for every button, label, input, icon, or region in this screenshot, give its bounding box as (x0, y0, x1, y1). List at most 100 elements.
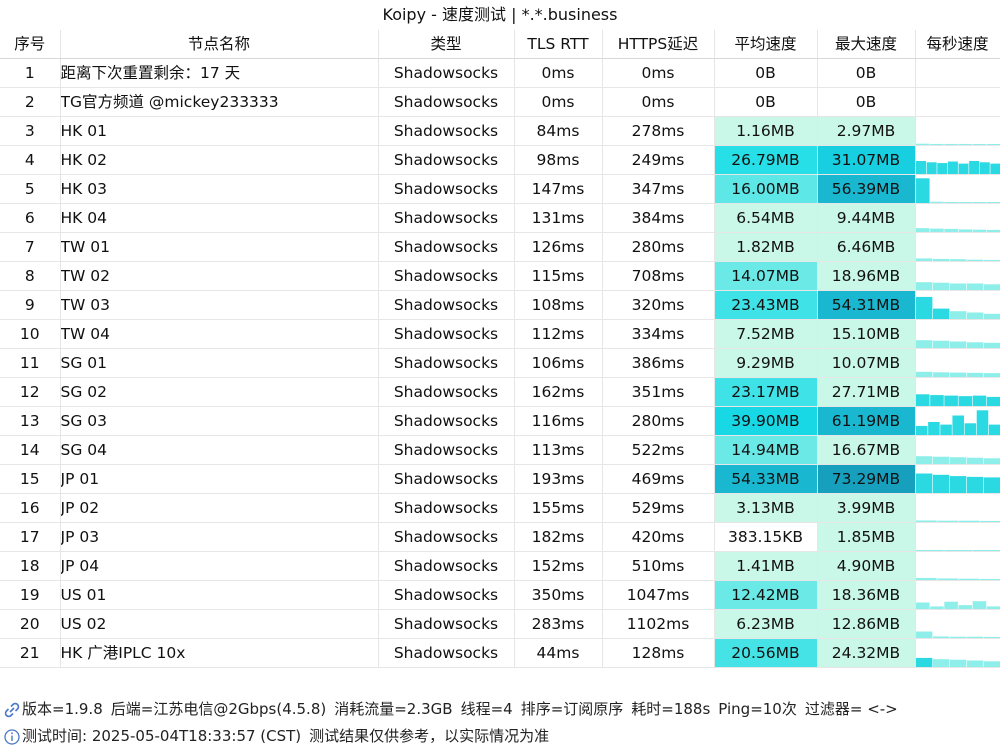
table-row[interactable]: 9 TW 03 Shadowsocks 108ms 320ms 23.43MB 54.31M… (0, 290, 1000, 321)
table-row[interactable]: 6 HK 04 Shadowsocks 131ms 384ms 6.54MB 9.44MB (0, 203, 1000, 234)
table-row[interactable]: 7 TW 01 Shadowsocks 126ms 280ms 1.82MB 6.46MB (0, 232, 1000, 263)
header-type[interactable]: 类型 (378, 30, 515, 60)
node-name-cell: HK 01 (60, 116, 379, 147)
speed-sparkline (915, 228, 999, 232)
table-row[interactable]: 1 距离下次重置剩余：17 天 Shadowsocks 0ms 0ms 0B 0B (0, 58, 1000, 89)
table-row[interactable]: 18 JP 04 Shadowsocks 152ms 510ms 1.41MB 4.90MB (0, 551, 1000, 582)
node-name-cell: HK 03 (60, 174, 379, 205)
speed-sparkline (915, 282, 999, 290)
speed-bar (968, 161, 979, 174)
max-speed-cell: 24.32MB (817, 638, 916, 669)
node-type-cell: Shadowsocks (378, 174, 515, 205)
row-index-cell: 13 (0, 406, 61, 437)
max-speed-cell: 9.44MB (817, 203, 916, 234)
header-average-speed[interactable]: 平均速度 (714, 30, 818, 60)
speed-bar (983, 661, 999, 667)
speed-bar (932, 636, 949, 638)
speed-bar (915, 161, 926, 174)
row-index-cell: 14 (0, 435, 61, 466)
speed-bar (949, 311, 966, 319)
https-latency-cell: 347ms (602, 174, 715, 205)
speed-bar (915, 340, 932, 348)
row-index-cell: 10 (0, 319, 61, 350)
row-index-cell: 20 (0, 609, 61, 640)
per-second-speed-chart (915, 348, 1000, 379)
table-row[interactable]: 13 SG 03 Shadowsocks 116ms 280ms 39.90MB 61.19… (0, 406, 1000, 437)
speed-bar (947, 161, 958, 174)
speed-bar (958, 202, 972, 203)
table-row[interactable]: 11 SG 01 Shadowsocks 106ms 386ms 9.29MB 10.07M… (0, 348, 1000, 379)
https-latency-cell: 420ms (602, 522, 715, 553)
table-row[interactable]: 15 JP 01 Shadowsocks 193ms 469ms 54.33MB 73.29… (0, 464, 1000, 495)
tls-rtt-cell: 115ms (514, 261, 603, 292)
table-row[interactable]: 17 JP 03 Shadowsocks 182ms 420ms 383.15KB 1.85… (0, 522, 1000, 553)
table-row[interactable]: 10 TW 04 Shadowsocks 112ms 334ms 7.52MB 15.10M… (0, 319, 1000, 350)
node-type-cell: Shadowsocks (378, 464, 515, 495)
per-second-speed-chart (915, 87, 1000, 118)
speed-bar (915, 297, 932, 319)
max-speed-cell: 61.19MB (817, 406, 916, 437)
header-node-name[interactable]: 节点名称 (60, 30, 379, 60)
max-speed-cell: 10.07MB (817, 348, 916, 379)
speed-bar (936, 520, 958, 522)
speed-bar (983, 637, 999, 638)
speed-bar (958, 229, 972, 232)
per-second-speed-chart (915, 290, 1000, 321)
node-name-cell: TW 01 (60, 232, 379, 263)
speed-bar (966, 636, 983, 638)
node-name-cell: 距离下次重置剩余：17 天 (60, 58, 379, 89)
speed-bar (932, 341, 949, 348)
max-speed-cell: 6.46MB (817, 232, 916, 263)
table-row[interactable]: 14 SG 04 Shadowsocks 113ms 522ms 14.94MB 16.67… (0, 435, 1000, 466)
table-row[interactable]: 2 TG官方频道 @mickey233333 Shadowsocks 0ms 0ms 0B… (0, 87, 1000, 118)
node-type-cell: Shadowsocks (378, 116, 515, 147)
speed-test-table: 序号 节点名称 类型 TLS RTT HTTPS延迟 平均速度 最大速度 每秒速… (0, 30, 1000, 669)
speed-bar (958, 578, 979, 580)
header-index[interactable]: 序号 (0, 30, 61, 60)
speed-bar (986, 230, 999, 232)
https-latency-cell: 128ms (602, 638, 715, 669)
per-second-speed-chart (915, 377, 1000, 408)
average-speed-cell: 1.16MB (714, 116, 818, 147)
tls-rtt-cell: 112ms (514, 319, 603, 350)
speed-bar (927, 422, 940, 435)
table-row[interactable]: 20 US 02 Shadowsocks 283ms 1102ms 6.23MB 12.86… (0, 609, 1000, 640)
node-name-cell: HK 04 (60, 203, 379, 234)
speed-bar (983, 284, 999, 290)
speed-bar (939, 424, 952, 435)
table-row[interactable]: 21 HK 广港IPLC 10x Shadowsocks 44ms 128ms 20.56… (0, 638, 1000, 669)
node-name-cell: US 02 (60, 609, 379, 640)
header-tls-rtt[interactable]: TLS RTT (514, 30, 603, 60)
node-type-cell: Shadowsocks (378, 435, 515, 466)
speed-bar (929, 395, 944, 406)
tls-rtt-cell: 84ms (514, 116, 603, 147)
table-row[interactable]: 8 TW 02 Shadowsocks 115ms 708ms 14.07MB 18.96M… (0, 261, 1000, 292)
speed-bar (983, 260, 999, 261)
average-speed-cell: 0B (714, 87, 818, 118)
table-row[interactable]: 5 HK 03 Shadowsocks 147ms 347ms 16.00MB 56.39M… (0, 174, 1000, 205)
header-per-second-speed[interactable]: 每秒速度 (915, 30, 1000, 60)
https-latency-cell: 708ms (602, 261, 715, 292)
table-row[interactable]: 16 JP 02 Shadowsocks 155ms 529ms 3.13MB 3.99MB (0, 493, 1000, 524)
speed-bar (966, 283, 983, 290)
speed-sparkline (915, 601, 999, 609)
table-row[interactable]: 12 SG 02 Shadowsocks 162ms 351ms 23.17MB 27.71… (0, 377, 1000, 408)
speed-bar (958, 144, 972, 145)
table-row[interactable]: 3 HK 01 Shadowsocks 84ms 278ms 1.16MB 2.97MB (0, 116, 1000, 147)
speed-bar (915, 520, 937, 522)
filter-label: 过滤器= <-> (804, 700, 898, 718)
speed-bar (915, 282, 932, 290)
header-https-latency[interactable]: HTTPS延迟 (602, 30, 715, 60)
speed-bar (986, 606, 999, 609)
speed-bar (972, 601, 986, 609)
average-speed-cell: 3.13MB (714, 493, 818, 524)
header-max-speed[interactable]: 最大速度 (817, 30, 916, 60)
tls-rtt-cell: 113ms (514, 435, 603, 466)
table-row[interactable]: 19 US 01 Shadowsocks 350ms 1047ms 12.42MB 18.3… (0, 580, 1000, 611)
max-speed-cell: 0B (817, 87, 916, 118)
row-index-cell: 18 (0, 551, 61, 582)
table-row[interactable]: 4 HK 02 Shadowsocks 98ms 249ms 26.79MB 31.07MB (0, 145, 1000, 176)
speed-bar (949, 283, 966, 290)
node-type-cell: Shadowsocks (378, 638, 515, 669)
speed-bar (989, 163, 999, 174)
